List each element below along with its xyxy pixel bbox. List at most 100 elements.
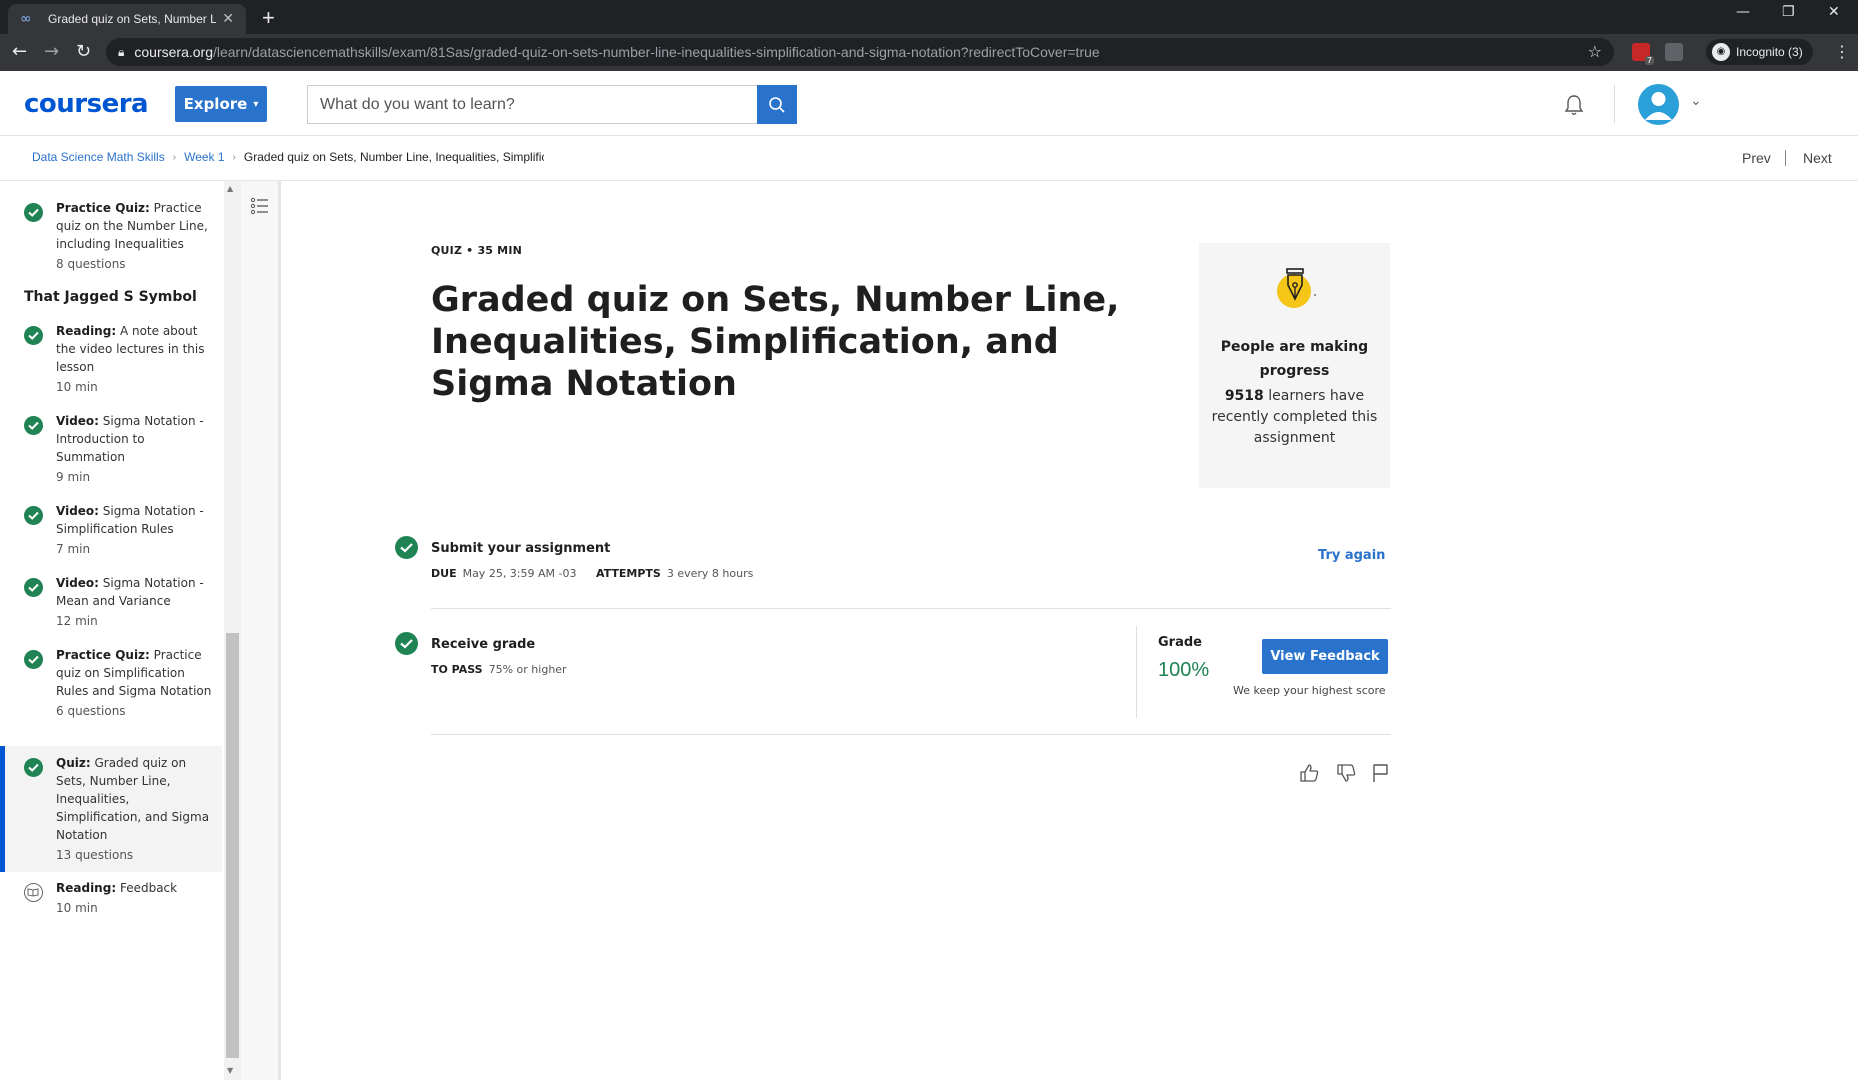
- item-kind: Practice Quiz:: [56, 648, 150, 662]
- toc-toggle-column: [241, 181, 281, 1080]
- header-divider: [1614, 85, 1615, 123]
- item-kind: Video:: [56, 414, 99, 428]
- sidebar-item-practice-quiz-simplification[interactable]: Practice Quiz: Practice quiz on Simplifi…: [0, 646, 222, 720]
- item-meta: 9 min: [56, 470, 91, 484]
- item-kind: Reading:: [56, 881, 117, 895]
- completed-check-icon: [24, 506, 43, 525]
- window-close-icon[interactable]: ✕: [1828, 4, 1840, 20]
- main-content: QUIZ • 35 MIN Graded quiz on Sets, Numbe…: [284, 181, 1858, 1080]
- sidebar-scroll-thumb[interactable]: [226, 633, 239, 1058]
- chevron-down-icon[interactable]: ⌄: [1690, 93, 1702, 109]
- completed-check-icon: [24, 758, 43, 777]
- sidebar-item-reading-feedback[interactable]: Reading: Feedback 10 min: [0, 879, 222, 917]
- sidebar-item-video-intro-summation[interactable]: Video: Sigma Notation - Introduction to …: [0, 412, 222, 486]
- scroll-down-arrow-icon[interactable]: ▼: [227, 1066, 233, 1075]
- breadcrumb: Data Science Math Skills › Week 1 › Grad…: [32, 150, 544, 164]
- sidebar-item-practice-quiz-number-line[interactable]: Practice Quiz: Practice quiz on the Numb…: [0, 199, 222, 273]
- search-icon: [769, 96, 785, 113]
- item-kind: Video:: [56, 576, 99, 590]
- new-tab-icon[interactable]: +: [262, 5, 275, 31]
- coursera-logo[interactable]: coursera: [24, 89, 149, 119]
- grade-label: Grade: [1158, 635, 1202, 650]
- page-title: Graded quiz on Sets, Number Line, Inequa…: [431, 280, 1120, 404]
- submit-step-details: DUE May 25, 3:59 AM -03 ATTEMPTS 3 every 8…: [431, 567, 753, 580]
- notification-bell-icon[interactable]: [1562, 93, 1586, 117]
- thumbs-up-icon[interactable]: [1298, 762, 1320, 784]
- sidebar-item-video-mean-variance[interactable]: Video: Sigma Notation - Mean and Varianc…: [0, 574, 222, 630]
- breadcrumb-course[interactable]: Data Science Math Skills: [32, 150, 165, 164]
- learner-count: 9518: [1224, 388, 1264, 404]
- thumbs-down-icon[interactable]: [1335, 762, 1357, 784]
- close-tab-icon[interactable]: ✕: [222, 11, 234, 27]
- incognito-label: Incognito (3): [1736, 45, 1803, 59]
- breadcrumb-current: Graded quiz on Sets, Number Line, Inequa…: [243, 150, 544, 164]
- explore-button[interactable]: Explore ▾: [175, 86, 267, 122]
- tab-title: Graded quiz on Sets, Number Line, Inequa…: [48, 12, 217, 26]
- section-title: That Jagged S Symbol: [24, 289, 197, 305]
- extension-badge: 7: [1644, 56, 1654, 65]
- prev-next-divider: [1785, 150, 1786, 166]
- completed-check-icon: [24, 650, 43, 669]
- attempts-label: ATTEMPTS: [595, 567, 661, 580]
- item-title: Feedback: [119, 881, 178, 895]
- browser-tab-strip: ∞ Graded quiz on Sets, Number Line, Ineq…: [0, 0, 1858, 34]
- submit-step-title: Submit your assignment: [431, 541, 611, 556]
- prev-link[interactable]: Prev: [1742, 150, 1771, 166]
- pass-label: TO PASS: [431, 663, 483, 676]
- completed-check-icon: [24, 578, 43, 597]
- grade-divider: [1136, 626, 1137, 718]
- item-meta: 8 questions: [56, 257, 126, 271]
- due-value: May 25, 3:59 AM -03: [462, 567, 577, 580]
- view-feedback-button[interactable]: View Feedback: [1262, 639, 1388, 674]
- browser-menu-icon[interactable]: ⋮: [1834, 42, 1850, 61]
- item-kind: Practice Quiz:: [56, 201, 150, 215]
- sidebar-item-graded-quiz[interactable]: Quiz: Graded quiz on Sets, Number Line, …: [0, 746, 222, 872]
- avatar[interactable]: [1638, 84, 1679, 125]
- incognito-icon: ◉: [1712, 43, 1730, 61]
- receive-step-title: Receive grade: [431, 637, 536, 652]
- back-icon[interactable]: ←: [12, 41, 27, 63]
- reload-icon[interactable]: ↻: [76, 41, 91, 63]
- list-menu-icon[interactable]: [249, 195, 271, 217]
- highest-score-note: We keep your highest score: [1233, 684, 1386, 697]
- item-kind: Video:: [56, 504, 99, 518]
- browser-tab[interactable]: ∞ Graded quiz on Sets, Number Line, Ineq…: [8, 4, 246, 34]
- site-header: coursera Explore ▾ What do you want to l…: [0, 71, 1858, 136]
- book-icon: [24, 883, 43, 902]
- item-meta: 7 min: [56, 542, 91, 556]
- chevron-down-icon: ▾: [253, 98, 259, 110]
- progress-card-body: 9518 learners have recently completed th…: [1209, 386, 1380, 449]
- course-sidebar: Practice Quiz: Practice quiz on the Numb…: [0, 181, 224, 1080]
- search-button[interactable]: [757, 85, 797, 124]
- progress-card-title: People are making progress: [1220, 339, 1369, 379]
- item-meta: 6 questions: [56, 704, 126, 718]
- lock-icon: 🔒︎: [118, 44, 125, 59]
- completed-check-icon: [24, 326, 43, 345]
- extension-icon[interactable]: [1665, 43, 1683, 61]
- item-meta: 10 min: [56, 380, 98, 394]
- try-again-link[interactable]: Try again: [1318, 548, 1385, 563]
- sidebar-item-video-simplification-rules[interactable]: Video: Sigma Notation - Simplification R…: [0, 502, 222, 558]
- scroll-up-arrow-icon[interactable]: ▲: [227, 184, 233, 193]
- attempts-value: 3 every 8 hours: [666, 567, 754, 580]
- search-input[interactable]: What do you want to learn?: [307, 85, 757, 124]
- pen-nib-icon: [1277, 268, 1316, 308]
- user-avatar-icon: [1645, 92, 1672, 120]
- completed-check-icon: [395, 536, 418, 559]
- completed-check-icon: [24, 203, 43, 222]
- forward-icon[interactable]: →: [44, 41, 59, 63]
- receive-step-details: TO PASS 75% or higher: [431, 663, 567, 676]
- breadcrumb-week[interactable]: Week 1: [184, 150, 224, 164]
- incognito-indicator[interactable]: ◉ Incognito (3): [1706, 39, 1813, 65]
- adblock-extension-icon[interactable]: 7: [1632, 43, 1654, 65]
- item-meta: 10 min: [56, 901, 98, 915]
- next-link[interactable]: Next: [1803, 150, 1832, 166]
- address-bar[interactable]: 🔒︎ coursera.org/learn/datasciencemathski…: [106, 38, 1614, 66]
- minimize-icon[interactable]: —: [1736, 4, 1750, 20]
- item-meta: 12 min: [56, 614, 98, 628]
- restore-icon[interactable]: ❐: [1782, 4, 1795, 20]
- bookmark-star-icon[interactable]: ☆: [1588, 42, 1602, 61]
- chevron-right-icon: ›: [232, 151, 236, 163]
- sidebar-item-reading-note[interactable]: Reading: A note about the video lectures…: [0, 322, 222, 396]
- flag-icon[interactable]: [1369, 762, 1391, 784]
